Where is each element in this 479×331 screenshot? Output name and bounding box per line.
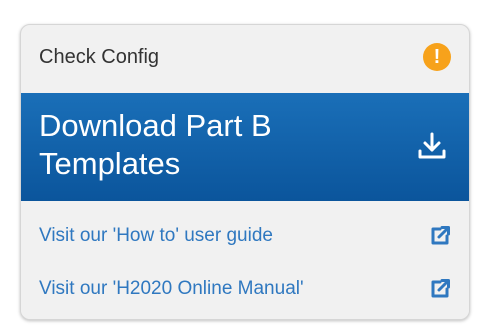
download-templates-button[interactable]: Download Part B Templates	[21, 93, 469, 201]
online-manual-link-label: Visit our 'H2020 Online Manual'	[39, 278, 304, 299]
download-templates-label: Download Part B Templates	[39, 108, 272, 181]
download-icon	[418, 132, 446, 159]
external-link-icon[interactable]	[429, 225, 451, 247]
links-section: Visit our 'How to' user guide Visit our …	[21, 201, 469, 319]
warning-icon: !	[423, 43, 451, 71]
how-to-guide-link-label: Visit our 'How to' user guide	[39, 225, 273, 246]
online-manual-link[interactable]: Visit our 'H2020 Online Manual'	[39, 269, 451, 309]
how-to-guide-link[interactable]: Visit our 'How to' user guide	[39, 216, 451, 256]
config-panel: Check Config ! Download Part B Templates…	[20, 24, 470, 320]
external-link-icon[interactable]	[429, 278, 451, 300]
panel-title: Check Config	[39, 45, 160, 68]
panel-header: Check Config !	[21, 25, 469, 95]
